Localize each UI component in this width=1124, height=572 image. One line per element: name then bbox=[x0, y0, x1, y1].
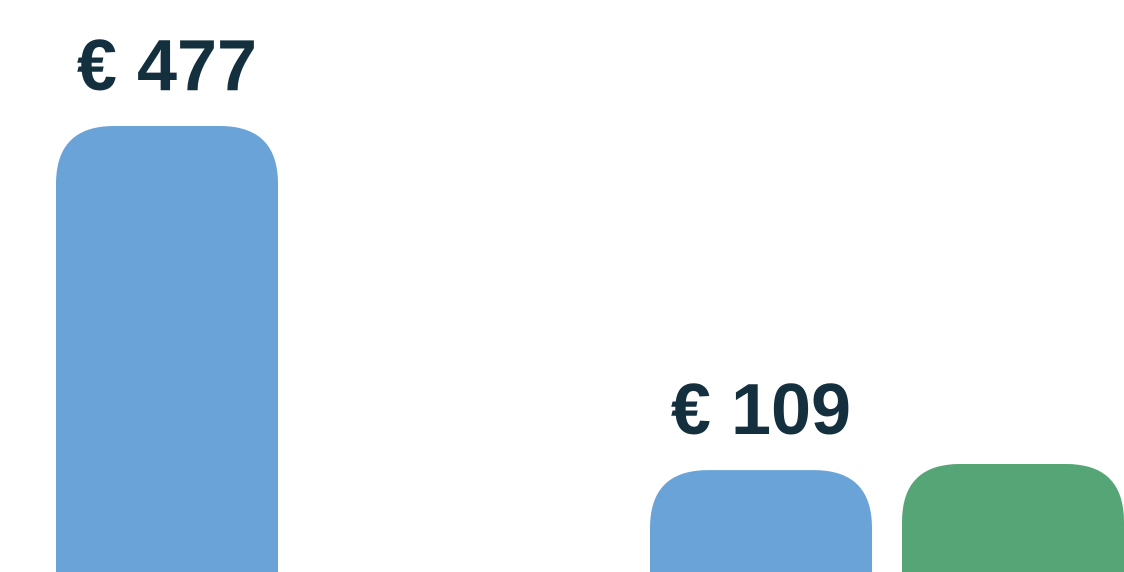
bar-4 bbox=[902, 464, 1124, 572]
bar-3 bbox=[650, 470, 872, 572]
bars-group bbox=[56, 126, 1124, 572]
value-label-bar-1: € 477 bbox=[77, 26, 257, 106]
value-label-bar-3: € 109 bbox=[671, 370, 851, 450]
bar-1 bbox=[56, 126, 278, 572]
bar-chart: € 477 € 109 bbox=[56, 26, 1124, 572]
